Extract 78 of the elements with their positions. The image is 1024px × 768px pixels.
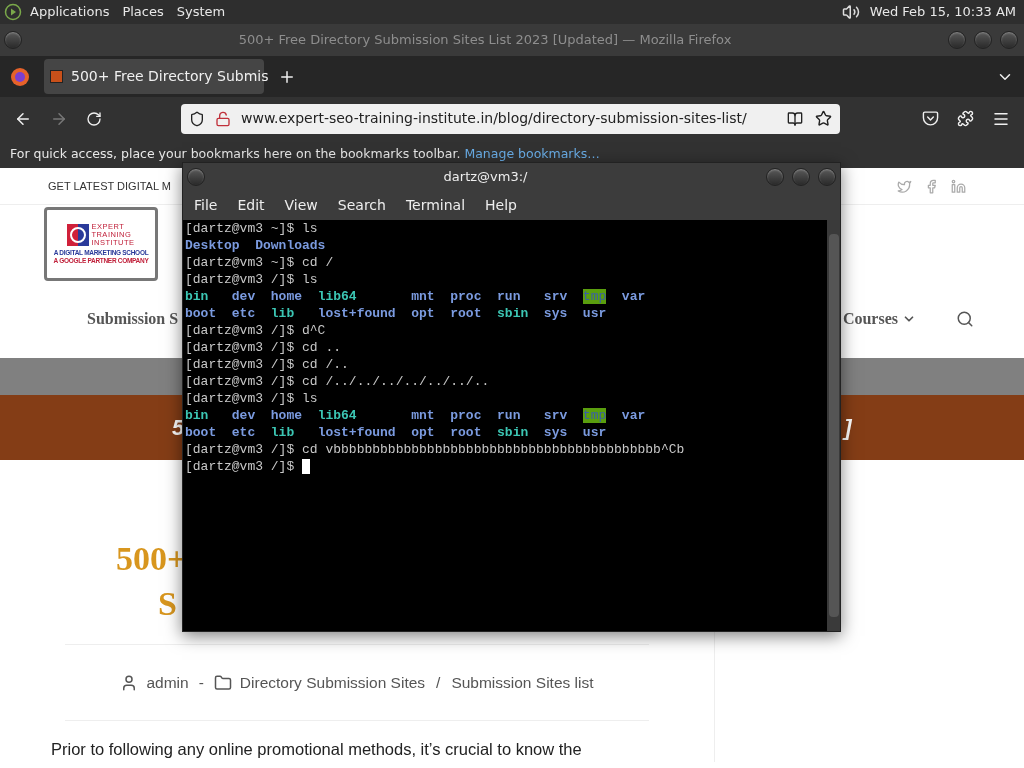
file-name: proc <box>450 408 482 423</box>
window-title: 500+ Free Directory Submission Sites List 2023 [Updated] — Mozilla Firefox <box>237 31 733 50</box>
file-name: tmp <box>582 289 607 304</box>
file-name: boot <box>185 306 217 321</box>
file-name: sys <box>543 306 568 321</box>
file-name: sys <box>543 425 568 440</box>
terminal-line: [dartz@vm3 /]$ d^C <box>185 322 326 339</box>
file-name: lib64 <box>317 289 357 304</box>
file-name: bin <box>185 289 209 304</box>
file-name: usr <box>582 425 607 440</box>
file-name: dev <box>231 408 256 423</box>
terminal-line: [dartz@vm3 /]$ ls <box>185 390 318 407</box>
terminal-line: [dartz@vm3 /]$ cd vbbbbbbbbbbbbbbbbbbbbbbbbbbbbbbbbbbbbbbbbbb^Cb <box>185 441 685 458</box>
file-name: Downloads <box>255 238 326 253</box>
file-name: lost+found <box>317 425 396 440</box>
manage-bookmarks-link[interactable]: Manage bookmarks… <box>464 144 600 164</box>
banner-title-end: ] <box>844 414 852 442</box>
file-name: boot <box>185 425 217 440</box>
file-name: home <box>270 289 303 304</box>
terminal-line: [dartz@vm3 ~]$ ls <box>185 220 318 237</box>
terminal-menu[interactable]: Search <box>337 194 386 216</box>
file-name: lib <box>270 306 295 321</box>
post-title: 500+ <box>116 539 188 579</box>
file-name: root <box>450 306 482 321</box>
terminal-line: [dartz@vm3 /]$ cd /../../../../../../.. <box>185 373 490 390</box>
author-link[interactable]: admin <box>146 670 189 695</box>
file-name: lib64 <box>317 408 357 423</box>
file-name: var <box>621 289 646 304</box>
file-name: mnt <box>411 408 435 423</box>
category-link[interactable]: Submission Sites list <box>451 670 594 695</box>
terminal-menu[interactable]: Help <box>485 194 517 216</box>
terminal-menu[interactable]: Edit <box>237 194 265 216</box>
file-name: proc <box>450 289 482 304</box>
file-name: etc <box>231 306 256 321</box>
panel-menu[interactable]: System <box>176 2 226 22</box>
file-name: srv <box>543 408 568 423</box>
file-name: opt <box>411 425 435 440</box>
bookmarks-hint: For quick access, place your bookmarks here on the bookmarks toolbar. <box>10 144 461 163</box>
nav-link[interactable]: Courses <box>842 307 916 331</box>
file-name: usr <box>582 306 607 321</box>
post-paragraph: Prior to following any online promotional methods, it’s crucial to know the <box>51 739 583 760</box>
file-name: run <box>497 289 521 304</box>
file-name: var <box>621 408 646 423</box>
file-name: tmp <box>582 408 607 423</box>
nav-link[interactable]: Submission S <box>87 307 179 331</box>
terminal-menu[interactable]: View <box>284 194 318 216</box>
top-strip-text: GET LATEST DIGITAL M <box>48 178 171 194</box>
category-link[interactable]: Directory Submission Sites <box>239 670 426 695</box>
file-name: srv <box>543 289 568 304</box>
file-name: Desktop <box>185 238 240 253</box>
panel-menu[interactable]: Places <box>122 2 164 22</box>
terminal-line: [dartz@vm3 /]$ ls <box>185 271 318 288</box>
file-name: mnt <box>411 289 435 304</box>
file-name: sbin <box>497 425 529 440</box>
category-separator: / <box>436 672 441 693</box>
file-name: root <box>450 425 482 440</box>
file-name: opt <box>411 306 435 321</box>
url-text: www.expert-seo-training-institute.in/blog/directory-submission-sites-list/ <box>241 109 747 128</box>
terminal-title: dartz@vm3:/ <box>442 167 529 186</box>
clock[interactable]: Wed Feb 15, 10:33 AM <box>869 2 1016 22</box>
url-field[interactable]: www.expert-seo-training-institute.in/blog/directory-submission-sites-list/ <box>181 103 840 134</box>
terminal-line: [dartz@vm3 ~]$ cd / <box>185 254 334 271</box>
file-name: sbin <box>497 306 529 321</box>
file-name: dev <box>231 289 256 304</box>
post-title: S <box>158 584 178 624</box>
panel-menu[interactable]: Applications <box>30 2 110 22</box>
file-name: lib <box>270 425 295 440</box>
terminal-line: [dartz@vm3 /]$ <box>185 458 295 475</box>
terminal-menu[interactable]: Terminal <box>405 194 466 216</box>
terminal-line: [dartz@vm3 /]$ cd .. <box>185 339 342 356</box>
file-name: lost+found <box>317 306 396 321</box>
terminal-menu[interactable]: File <box>194 194 218 216</box>
meta-separator: - <box>198 672 204 693</box>
file-name: bin <box>185 408 209 423</box>
terminal-line: [dartz@vm3 /]$ cd /.. <box>185 356 349 373</box>
file-name: etc <box>231 425 256 440</box>
file-name: home <box>270 408 303 423</box>
file-name: run <box>497 408 521 423</box>
